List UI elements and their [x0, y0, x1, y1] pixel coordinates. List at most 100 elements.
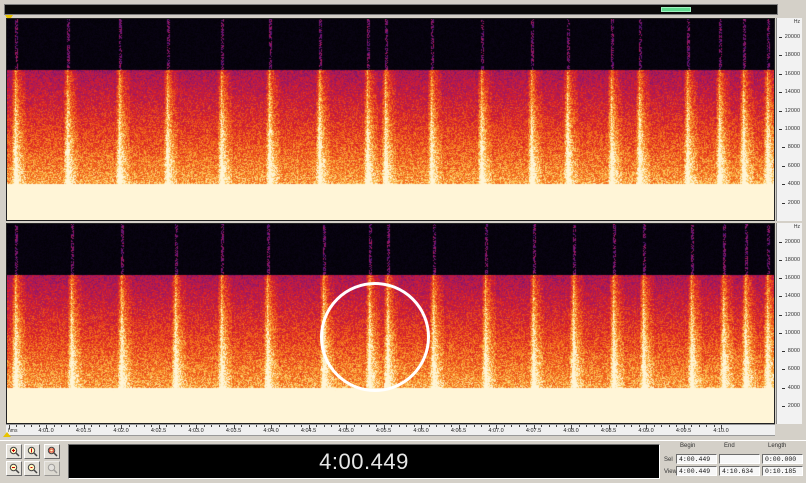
time-tick	[31, 425, 32, 427]
view-length-field[interactable]: 0:10.185	[762, 466, 803, 476]
time-tick	[248, 425, 250, 427]
playhead-marker-bottom[interactable]	[3, 432, 11, 437]
time-tick	[331, 425, 332, 427]
frequency-tick-label: 14000	[778, 89, 800, 96]
horizontal-scrollbar[interactable]	[4, 4, 778, 15]
time-tick	[368, 425, 370, 427]
time-tick	[518, 425, 520, 427]
spectrogram-channel-left[interactable]	[6, 18, 775, 221]
time-tick	[563, 425, 565, 427]
time-tick	[143, 425, 145, 427]
time-tick-label: 4:09.5	[675, 428, 692, 434]
time-tick	[668, 425, 670, 427]
time-tick	[451, 425, 452, 427]
zoom-full-icon	[47, 446, 58, 457]
time-tick-label: 4:04.5	[300, 428, 317, 434]
zoom-full-button[interactable]	[44, 444, 60, 459]
time-tick	[436, 425, 437, 427]
time-tick	[593, 425, 595, 427]
time-tick	[98, 425, 100, 427]
zoom-in-icon	[9, 446, 20, 457]
transport-bar: 4:00.449 Begin End Length Sel 4:00.449 0…	[0, 440, 806, 483]
time-tick	[578, 425, 580, 427]
zoom-in-button[interactable]	[6, 444, 22, 459]
sel-length-field[interactable]: 0:00.000	[762, 454, 803, 464]
time-tick	[61, 425, 62, 427]
time-tick	[338, 425, 340, 427]
time-tick	[256, 425, 257, 427]
time-tick	[173, 425, 175, 427]
frequency-axis-left: Hz 20000 18000 16000 14000 12000 10000 8000 600…	[776, 18, 802, 221]
zoom-selection-button[interactable]	[44, 461, 60, 476]
frequency-tick-label: 18000	[778, 52, 800, 59]
time-tick-label: 4:05.5	[375, 428, 392, 434]
time-tick	[203, 425, 205, 427]
view-end-field[interactable]: 4:10.634	[719, 466, 760, 476]
frequency-unit-label: Hz	[793, 224, 800, 230]
time-tick	[511, 425, 512, 427]
view-row-label: View	[664, 469, 677, 475]
frequency-tick-label: 4000	[781, 384, 800, 391]
zoom-in-vertical-icon	[27, 446, 38, 457]
time-tick	[526, 425, 527, 427]
spectrogram-canvas-left	[7, 19, 774, 220]
time-tick	[136, 425, 137, 427]
time-tick	[68, 425, 70, 427]
view-begin-field[interactable]: 4:00.449	[676, 466, 717, 476]
time-tick	[323, 425, 325, 427]
zoom-out-button[interactable]	[6, 461, 22, 476]
time-tick	[601, 425, 602, 427]
time-tick	[616, 425, 617, 427]
time-tick	[406, 425, 407, 427]
spectrogram-channel-right[interactable]	[6, 223, 775, 424]
time-tick-label: 4:07.5	[525, 428, 542, 434]
sel-begin-field[interactable]: 4:00.449	[676, 454, 717, 464]
time-tick-label: 4:01.5	[75, 428, 92, 434]
time-tick-label: 4:01.0	[38, 428, 54, 434]
zoom-selection-icon	[47, 463, 58, 474]
time-tick	[128, 425, 130, 427]
zoom-in-vertical-button[interactable]	[24, 444, 40, 459]
time-tick	[16, 425, 17, 427]
zoom-out-vertical-icon	[27, 463, 38, 474]
frequency-tick-label: 10000	[778, 329, 800, 336]
frequency-tick-label: 14000	[778, 293, 800, 300]
frequency-tick-label: 6000	[781, 162, 800, 169]
time-tick	[151, 425, 152, 427]
sel-end-field[interactable]	[719, 454, 760, 464]
time-ruler[interactable]: hms 4:01.0 4:01.5 4:02.0 4:02.5 4:03.0 4:03.5…	[6, 424, 775, 436]
time-tick	[106, 425, 107, 427]
time-tick	[293, 425, 295, 427]
zoom-controls	[6, 444, 62, 478]
frequency-tick-label: 8000	[781, 348, 800, 355]
time-tick	[361, 425, 362, 427]
time-tick-label: 4:08.0	[563, 428, 579, 434]
time-tick	[188, 425, 190, 427]
frequency-tick-label: 20000	[778, 238, 800, 245]
time-tick	[8, 425, 10, 429]
time-tick-label: 4:06.5	[450, 428, 467, 434]
time-tick	[301, 425, 302, 427]
frequency-tick-label: 12000	[778, 107, 800, 114]
scrollbar-thumb[interactable]	[661, 7, 691, 12]
time-tick	[706, 425, 707, 427]
sel-row-label: Sel	[664, 457, 673, 463]
end-header: End	[724, 443, 735, 449]
time-tick	[428, 425, 430, 427]
time-tick	[316, 425, 317, 427]
time-tick	[353, 425, 355, 427]
frequency-tick-label: 16000	[778, 275, 800, 282]
zoom-out-vertical-button[interactable]	[24, 461, 40, 476]
frequency-unit-label: Hz	[793, 19, 800, 25]
time-tick	[443, 425, 445, 427]
time-tick	[376, 425, 377, 427]
time-tick	[211, 425, 212, 427]
time-tick	[23, 425, 25, 427]
time-tick	[391, 425, 392, 427]
selection-view-panel: Begin End Length Sel 4:00.449 0:00.000 V…	[664, 443, 804, 481]
time-tick	[556, 425, 557, 427]
time-tick	[91, 425, 92, 427]
frequency-tick-label: 2000	[781, 199, 800, 206]
time-tick	[586, 425, 587, 427]
time-tick	[181, 425, 182, 427]
